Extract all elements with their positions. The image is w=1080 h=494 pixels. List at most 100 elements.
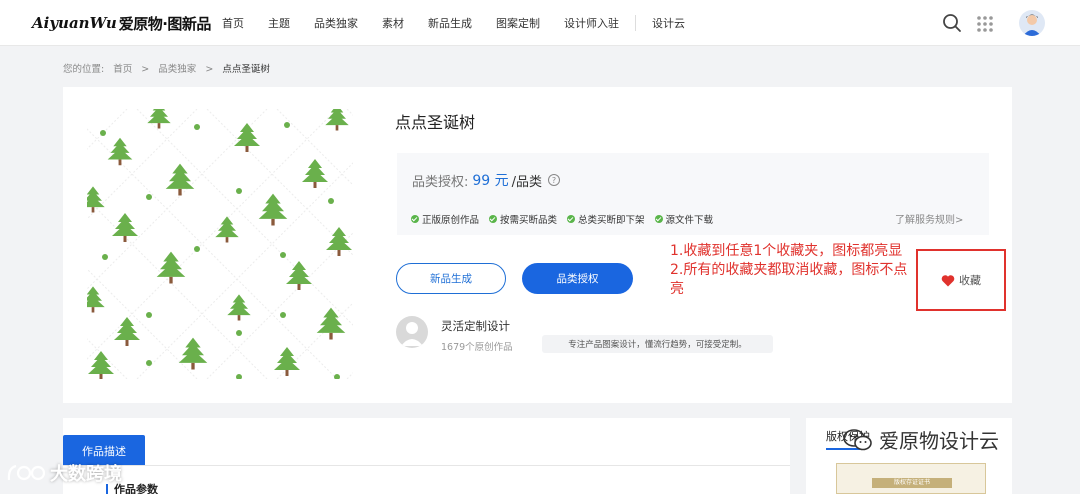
price-value: 99 元 (472, 173, 509, 189)
dot-motif (146, 312, 152, 318)
user-avatar[interactable] (1019, 10, 1045, 36)
nav-item-category-exclusive[interactable]: 品类独家 (302, 15, 370, 31)
tree-motif (165, 163, 195, 196)
check-icon (567, 215, 576, 223)
pattern-grid-line (136, 109, 353, 326)
tree-motif (156, 251, 186, 284)
search-icon[interactable] (942, 13, 962, 33)
product-title: 点点圣诞树 (395, 113, 476, 132)
dot-motif (280, 312, 286, 318)
feature-label: 按需买断品类 (500, 215, 558, 226)
watermark-left-text: 大数跨境 (50, 464, 122, 485)
help-icon[interactable]: ? (548, 174, 561, 186)
feature-label: 源文件下载 (665, 215, 714, 226)
dot-motif (100, 130, 106, 136)
designer-name[interactable]: 灵活定制设计 (441, 318, 510, 334)
tab-divider (63, 465, 790, 466)
tree-motif (215, 216, 239, 243)
pattern-preview-image[interactable] (87, 109, 353, 379)
price-unit: /品类 (511, 174, 543, 190)
apps-grid-icon[interactable] (976, 15, 994, 33)
check-icon (411, 215, 419, 223)
breadcrumb-home[interactable]: 首页 (113, 64, 132, 75)
category-license-button[interactable]: 品类授权 (522, 263, 633, 294)
nav-item-new-product[interactable]: 新品生成 (416, 15, 484, 31)
pattern-grid-line (346, 109, 353, 116)
tree-motif (107, 137, 133, 166)
feature-list: 正版原创作品 按需买断品类 总类买断即下架 源文件下载 (411, 212, 723, 226)
service-rules-link[interactable]: 了解服务规则> (895, 211, 963, 226)
user-avatar-icon (1023, 14, 1041, 36)
pattern-grid-line (136, 162, 353, 379)
feature-item: 源文件下载 (654, 212, 714, 226)
favorite-button[interactable]: 收藏 (916, 249, 1006, 311)
tree-motif (286, 261, 312, 290)
favorite-label: 收藏 (959, 274, 981, 287)
tree-motif (227, 294, 251, 321)
watermark-logo-icon (7, 464, 46, 481)
feature-label: 正版原创作品 (422, 215, 480, 226)
nav-item-design-cloud[interactable]: 设计云 (640, 15, 697, 31)
feature-item: 总类买断即下架 (567, 212, 645, 226)
heart-icon (941, 274, 955, 286)
annotation-note: 1.收藏到任意1个收藏夹，图标都亮显 2.所有的收藏夹都取消收藏，图标不点亮 (670, 242, 914, 299)
main-nav: 首页 主题 品类独家 素材 新品生成 图案定制 设计师入驻 设计云 (210, 0, 697, 46)
tree-motif (258, 193, 288, 226)
nav-divider (635, 15, 636, 31)
dot-motif (146, 360, 152, 366)
feature-label: 总类买断即下架 (578, 215, 645, 226)
nav-item-materials[interactable]: 素材 (370, 15, 416, 31)
dot-motif (102, 254, 108, 260)
tree-motif (88, 351, 114, 379)
feature-item: 按需买断品类 (489, 212, 557, 226)
dot-motif (236, 374, 242, 379)
site-logo[interactable]: AiyuanWu 爱原物·图新品 (32, 12, 211, 34)
nav-item-theme[interactable]: 主题 (256, 15, 302, 31)
wechat-icon (843, 428, 872, 450)
tree-motif (87, 286, 105, 313)
check-icon (654, 215, 663, 223)
designer-tagline: 专注产品图案设计，懂流行趋势，可接受定制。 (542, 335, 773, 353)
breadcrumb-separator: > (141, 64, 150, 75)
top-header: AiyuanWu 爱原物·图新品 首页 主题 品类独家 素材 新品生成 图案定制… (0, 0, 1080, 46)
dot-motif (334, 374, 340, 379)
tree-motif (87, 186, 105, 213)
price-panel: 品类授权: 99 元 /品类 ? 正版原创作品 按需买断品类 总类买断即下架 源… (397, 153, 989, 235)
tree-motif (302, 159, 328, 188)
pattern-artwork (87, 109, 353, 379)
nav-item-pattern-custom[interactable]: 图案定制 (484, 15, 552, 31)
annotation-line-1: 1.收藏到任意1个收藏夹，图标都亮显 (670, 243, 903, 259)
breadcrumb-separator: > (205, 64, 214, 75)
copyright-certificate-image[interactable]: 版权存证证书 (836, 463, 986, 494)
pattern-grid-line (87, 109, 198, 220)
designer-works-count: 1679个原创作品 (441, 342, 513, 353)
price-line: 品类授权: 99 元 /品类 ? (412, 170, 561, 190)
certificate-banner: 版权存证证书 (872, 478, 952, 488)
breadcrumb-category[interactable]: 品类独家 (158, 64, 196, 75)
designer-avatar[interactable] (396, 316, 428, 348)
dot-motif (328, 198, 334, 204)
tree-motif (112, 213, 138, 242)
breadcrumb: 您的位置: 首页 > 品类独家 > 点点圣诞树 (63, 61, 276, 75)
new-product-generate-button[interactable]: 新品生成 (396, 263, 506, 294)
tree-motif (274, 347, 300, 376)
dot-motif (280, 252, 286, 258)
watermark-left: 大数跨境 (6, 460, 122, 486)
dot-motif (236, 188, 242, 194)
description-section: 作品描述 作品参数 (63, 418, 790, 494)
nav-item-home[interactable]: 首页 (210, 15, 256, 31)
tree-motif (147, 109, 171, 129)
product-card: 点点圣诞树 品类授权: 99 元 /品类 ? 正版原创作品 按需买断品类 总类买… (63, 87, 1012, 403)
price-label: 品类授权: (412, 174, 469, 190)
dot-motif (194, 246, 200, 252)
watermark-right-text: 爱原物设计云 (879, 429, 999, 453)
breadcrumb-current: 点点圣诞树 (222, 64, 270, 75)
dot-motif (284, 122, 290, 128)
tree-motif (325, 109, 349, 131)
person-icon (401, 322, 423, 346)
nav-item-designer-join[interactable]: 设计师入驻 (552, 15, 631, 31)
tree-motif (114, 317, 140, 346)
dot-motif (236, 330, 242, 336)
dot-motif (146, 194, 152, 200)
pattern-grid-line (87, 268, 198, 379)
